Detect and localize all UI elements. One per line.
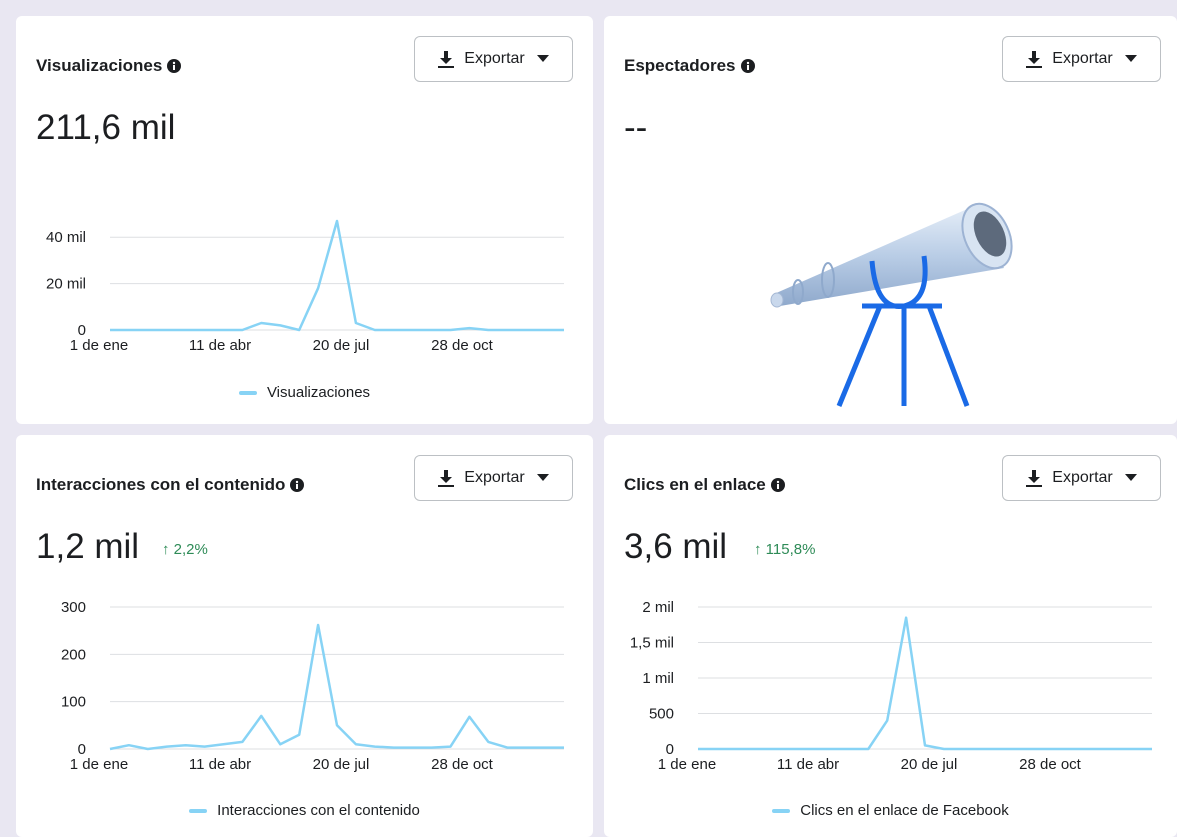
views-title: Visualizaciones bbox=[36, 56, 182, 76]
x-tick-label: 1 de ene bbox=[70, 756, 128, 773]
download-icon bbox=[438, 50, 455, 68]
x-tick-label: 1 de ene bbox=[70, 337, 128, 354]
series-line bbox=[109, 623, 564, 751]
clicks-legend: Clics en el enlace de Facebook bbox=[604, 802, 1177, 819]
x-tick-label: 1 de ene bbox=[658, 756, 716, 773]
clicks-chart: 05001 mil1,5 mil2 mil1 de ene 11 de abr 20… bbox=[630, 599, 1152, 773]
legend-swatch bbox=[772, 808, 791, 813]
clicks-title: Clics en el enlace bbox=[624, 475, 785, 495]
caret-down-icon bbox=[1124, 474, 1137, 481]
y-tick-label: 100 bbox=[61, 694, 86, 711]
download-icon bbox=[1026, 469, 1043, 487]
caret-down-icon bbox=[536, 474, 549, 481]
y-tick-label: 1,5 mil bbox=[630, 635, 674, 652]
interactions-card: Interacciones con el contenido Exportar … bbox=[16, 435, 593, 837]
interactions-export-button[interactable]: Exportar bbox=[414, 455, 573, 501]
views-chart: 020 mil40 mil1 de ene 11 de abr 20 de jul 2… bbox=[46, 219, 564, 354]
y-tick-label: 40 mil bbox=[46, 229, 86, 246]
series-line bbox=[698, 616, 1152, 751]
clicks-export-button[interactable]: Exportar bbox=[1002, 455, 1161, 501]
x-tick-label: 20 de jul bbox=[313, 756, 370, 773]
y-tick-label: 2 mil bbox=[642, 599, 674, 616]
interactions-legend: Interacciones con el contenido bbox=[16, 802, 593, 819]
y-tick-label: 500 bbox=[649, 706, 674, 723]
y-tick-label: 200 bbox=[61, 646, 86, 663]
interactions-value: 1,2 mil bbox=[36, 527, 140, 566]
caret-down-icon bbox=[1124, 55, 1137, 62]
legend-swatch bbox=[238, 390, 257, 395]
interactions-title: Interacciones con el contenido bbox=[36, 475, 305, 495]
viewers-export-button[interactable]: Exportar bbox=[1002, 36, 1161, 82]
x-tick-label: 11 de abr bbox=[189, 756, 251, 773]
views-legend: Visualizaciones bbox=[16, 384, 593, 401]
interactions-chart: 01002003001 de ene 11 de abr 20 de jul 28 d… bbox=[61, 599, 564, 773]
x-tick-label: 11 de abr bbox=[777, 756, 839, 773]
viewers-value: -- bbox=[624, 108, 648, 147]
y-tick-label: 300 bbox=[61, 599, 86, 616]
download-icon bbox=[438, 469, 455, 487]
caret-down-icon bbox=[536, 55, 549, 62]
x-tick-label: 28 de oct bbox=[1019, 756, 1082, 773]
x-tick-label: 20 de jul bbox=[313, 337, 370, 354]
x-tick-label: 11 de abr bbox=[189, 337, 251, 354]
legend-swatch bbox=[189, 808, 208, 813]
x-tick-label: 20 de jul bbox=[901, 756, 958, 773]
info-icon[interactable] bbox=[290, 478, 305, 492]
download-icon bbox=[1026, 50, 1043, 68]
viewers-card: Espectadores Exportar -- bbox=[604, 16, 1177, 424]
clicks-delta: ↑ 115,8% bbox=[754, 541, 816, 558]
info-icon[interactable] bbox=[167, 59, 182, 73]
clicks-value: 3,6 mil bbox=[624, 527, 728, 566]
viewers-title: Espectadores bbox=[624, 56, 755, 76]
views-export-button[interactable]: Exportar bbox=[414, 36, 573, 82]
x-tick-label: 28 de oct bbox=[431, 337, 494, 354]
interactions-delta: ↑ 2,2% bbox=[162, 541, 208, 558]
telescope-illustration bbox=[770, 202, 1013, 407]
info-icon[interactable] bbox=[740, 59, 755, 73]
y-tick-label: 1 mil bbox=[642, 670, 674, 687]
y-tick-label: 20 mil bbox=[46, 276, 86, 293]
views-card: Visualizaciones Exportar 211,6 mil 0 20 m… bbox=[16, 16, 593, 424]
info-icon[interactable] bbox=[770, 478, 785, 492]
views-value: 211,6 mil bbox=[36, 108, 176, 147]
clicks-card: Clics en el enlace Exportar 3,6 mil ↑ 11… bbox=[604, 435, 1177, 837]
x-tick-label: 28 de oct bbox=[431, 756, 494, 773]
